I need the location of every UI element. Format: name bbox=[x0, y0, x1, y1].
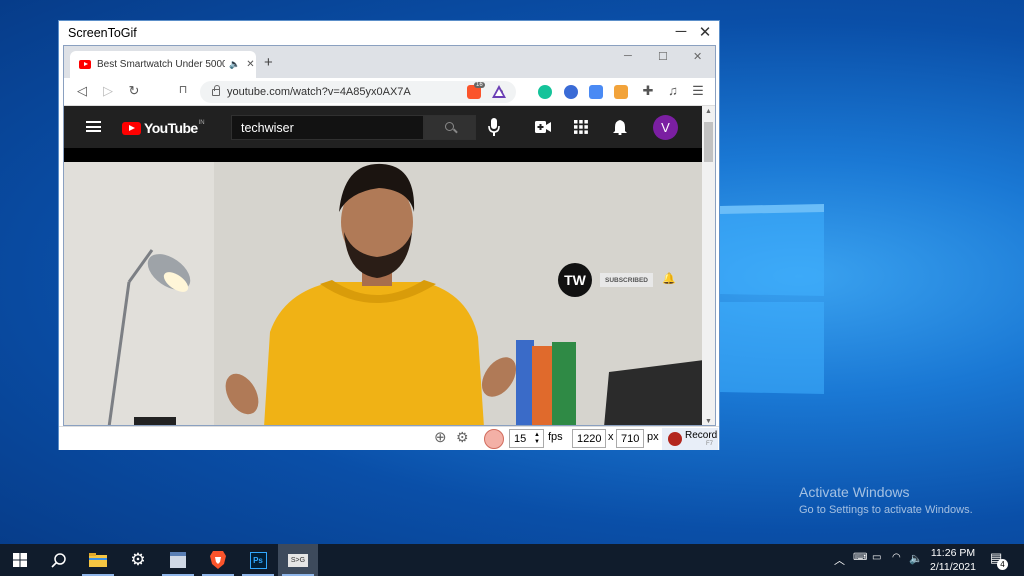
search-input[interactable]: techwiser bbox=[231, 115, 424, 140]
youtube-play-icon bbox=[122, 121, 141, 135]
crosshair-icon[interactable]: ⊕ bbox=[434, 428, 447, 446]
window-app-icon bbox=[170, 552, 186, 568]
wifi-icon[interactable]: ◠ bbox=[892, 552, 901, 563]
brave-badge: 16 bbox=[474, 82, 485, 88]
settings-taskbar-button[interactable]: ⚙ bbox=[118, 544, 158, 576]
video-player[interactable]: TW SUBSCRIBED 🔔 bbox=[64, 162, 704, 425]
scroll-down-icon[interactable]: ▼ bbox=[705, 418, 712, 425]
microphone-icon[interactable] bbox=[488, 118, 500, 136]
scroll-up-icon[interactable]: ▲ bbox=[705, 108, 712, 115]
photoshop-taskbar-button[interactable]: Ps bbox=[238, 544, 278, 576]
folder-icon bbox=[89, 553, 107, 567]
extension-icon[interactable] bbox=[564, 85, 578, 99]
brave-taskbar-button[interactable] bbox=[198, 544, 238, 576]
hamburger-menu-icon[interactable] bbox=[86, 121, 101, 132]
tab-title: Best Smartwatch Under 5000 bbox=[97, 59, 225, 70]
extension-icon[interactable] bbox=[614, 85, 628, 99]
channel-watermark-logo[interactable]: TW bbox=[558, 263, 592, 297]
activate-title: Activate Windows bbox=[799, 484, 910, 500]
app-taskbar-button[interactable] bbox=[158, 544, 198, 576]
height-input[interactable]: 710 bbox=[616, 429, 644, 448]
activate-windows-watermark: Activate Windows Go to Settings to activ… bbox=[799, 484, 973, 516]
photoshop-icon: Ps bbox=[249, 551, 267, 569]
browser-toolbar: ◁ ▷ ↻ ⊓ youtube.com/watch?v=4A85yx0AX7A … bbox=[64, 78, 715, 106]
menu-icon[interactable]: ☰ bbox=[690, 83, 706, 99]
url-text: youtube.com/watch?v=4A85yx0AX7A bbox=[227, 86, 411, 98]
volume-icon[interactable]: 🔈 bbox=[909, 552, 923, 565]
tab-close-icon[interactable]: ✕ bbox=[246, 59, 254, 70]
fps-stepper-icon[interactable]: ▲ ▼ bbox=[534, 432, 540, 446]
back-icon[interactable]: ◁ bbox=[74, 83, 90, 99]
youtube-page: YouTube IN techwiser V TW SUBSCRIBED 🔔 bbox=[64, 106, 704, 425]
apps-grid-icon[interactable] bbox=[574, 120, 588, 134]
media-control-icon[interactable]: ♫ bbox=[665, 83, 681, 98]
search-button[interactable] bbox=[424, 115, 476, 140]
system-clock[interactable]: 11:26 PM 2/11/2021 bbox=[926, 546, 980, 574]
youtube-header: YouTube IN techwiser V bbox=[64, 106, 704, 148]
browser-minimize-button[interactable]: ─ bbox=[624, 50, 632, 62]
subscribed-button[interactable]: SUBSCRIBED bbox=[600, 273, 653, 287]
frame-rate-icon[interactable] bbox=[484, 429, 504, 449]
notification-bell-icon[interactable]: 🔔 bbox=[662, 272, 676, 285]
page-scrollbar[interactable]: ▲ ▼ bbox=[702, 106, 715, 425]
browser-maximize-button[interactable]: ☐ bbox=[658, 50, 668, 63]
windows-start-icon bbox=[13, 553, 27, 567]
screentogif-icon: S>G bbox=[288, 553, 308, 567]
notifications-bell-icon[interactable] bbox=[613, 119, 627, 135]
show-hidden-icons[interactable]: ︿ bbox=[834, 552, 845, 568]
screentogif-title: ScreenToGif bbox=[68, 26, 137, 40]
scrollbar-thumb[interactable] bbox=[704, 122, 713, 162]
activate-subtitle: Go to Settings to activate Windows. bbox=[799, 504, 973, 516]
avatar[interactable]: V bbox=[653, 115, 678, 140]
fps-label: fps bbox=[548, 431, 563, 443]
youtube-logo[interactable]: YouTube IN bbox=[122, 120, 205, 136]
capture-region: Best Smartwatch Under 5000 🔈 ✕ + ─ ☐ ✕ ◁… bbox=[63, 45, 716, 426]
clock-time: 11:26 PM bbox=[930, 547, 976, 559]
search-icon bbox=[50, 552, 66, 568]
file-explorer-taskbar-button[interactable] bbox=[78, 544, 118, 576]
screentogif-window: ScreenToGif ─ ✕ Best Smartwatch Under 50… bbox=[58, 20, 720, 450]
minimize-button[interactable]: ─ bbox=[669, 23, 693, 40]
screentogif-taskbar-button[interactable]: S>G bbox=[278, 544, 318, 576]
page-gap bbox=[64, 148, 704, 162]
settings-gears-icon[interactable]: ⚙ bbox=[456, 429, 469, 446]
grammarly-icon[interactable] bbox=[538, 85, 552, 99]
battery-icon[interactable]: ▭ bbox=[872, 552, 881, 563]
record-shortcut: F7 bbox=[706, 441, 714, 447]
youtube-favicon-icon bbox=[79, 60, 91, 69]
start-button[interactable] bbox=[0, 544, 40, 576]
taskbar: ⚙ Ps S>G ︿ ⌨ ▭ ◠ 🔈 11:26 PM 2/11/2021 ▤ … bbox=[0, 544, 1024, 576]
search-button[interactable] bbox=[38, 544, 78, 576]
brave-rewards-icon[interactable] bbox=[492, 85, 506, 98]
close-button[interactable]: ✕ bbox=[693, 23, 717, 41]
translate-icon[interactable] bbox=[589, 85, 603, 99]
notification-count-badge: 4 bbox=[997, 559, 1008, 570]
video-frame-image bbox=[64, 162, 704, 425]
windows-logo-wallpaper bbox=[720, 204, 824, 394]
forward-icon[interactable]: ▷ bbox=[100, 83, 116, 99]
browser-tab-bar: Best Smartwatch Under 5000 🔈 ✕ + ─ ☐ ✕ bbox=[64, 46, 715, 78]
clock-date: 2/11/2021 bbox=[930, 561, 976, 573]
bookmark-icon[interactable]: ⊓ bbox=[175, 83, 191, 96]
keyboard-icon[interactable]: ⌨ bbox=[853, 552, 867, 563]
width-input[interactable]: 1220 bbox=[572, 429, 606, 448]
screentogif-statusbar: ⊕ ⚙ 15 ▲ ▼ fps 1220 x 710 px Record F7 bbox=[59, 426, 719, 450]
browser-tab[interactable]: Best Smartwatch Under 5000 🔈 ✕ bbox=[70, 51, 256, 78]
gear-icon: ⚙ bbox=[130, 550, 146, 569]
reload-icon[interactable]: ↻ bbox=[126, 83, 142, 99]
record-icon bbox=[668, 432, 682, 446]
new-tab-button[interactable]: + bbox=[264, 54, 273, 71]
browser-close-button[interactable]: ✕ bbox=[693, 50, 702, 63]
puzzle-icon[interactable]: ✚ bbox=[640, 83, 656, 99]
fps-input[interactable]: 15 ▲ ▼ bbox=[509, 429, 544, 448]
speaker-icon[interactable]: 🔈 bbox=[229, 59, 240, 70]
record-label: Record bbox=[685, 430, 718, 441]
times-label: x bbox=[608, 431, 614, 443]
search-icon bbox=[445, 122, 454, 131]
create-video-icon[interactable] bbox=[535, 121, 551, 133]
brave-icon bbox=[210, 551, 226, 569]
px-label: px bbox=[647, 431, 659, 443]
lock-icon bbox=[212, 84, 220, 96]
